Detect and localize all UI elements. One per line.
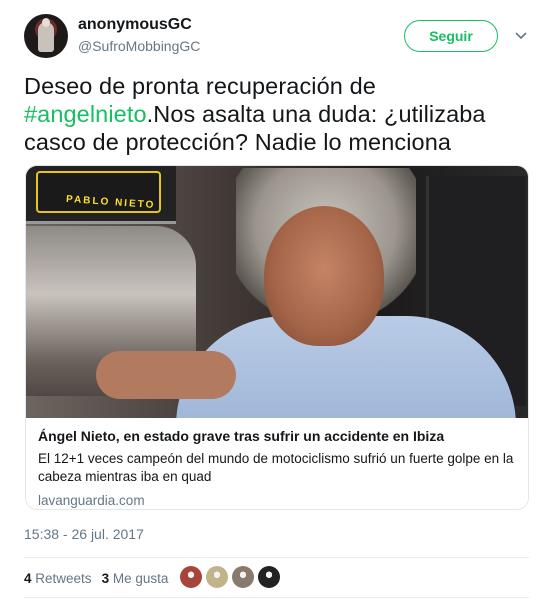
- follow-button[interactable]: Seguir: [404, 20, 498, 52]
- image-sign-bar: PABLO NIETO: [26, 166, 176, 224]
- image-face: [264, 206, 384, 346]
- tweet-timestamp[interactable]: 15:38 - 26 jul. 2017: [24, 526, 144, 542]
- avatar-1[interactable]: [180, 566, 202, 588]
- tweet-header: anonymousGC @SufroMobbingGC Seguir: [24, 14, 534, 60]
- likes-count: 3: [101, 570, 110, 586]
- divider: [24, 597, 529, 598]
- chevron-down-icon[interactable]: [514, 28, 528, 42]
- card-body[interactable]: Ángel Nieto, en estado grave tras sufrir…: [26, 418, 528, 509]
- image-sign-text: PABLO NIETO: [65, 193, 156, 212]
- likes-stat[interactable]: 3 Me gusta: [102, 571, 169, 586]
- tweet-text-before: Deseo de pronta recuperación de: [24, 73, 376, 99]
- avatar-4[interactable]: [258, 566, 280, 588]
- retweets-count: 4: [24, 570, 32, 586]
- image-arm: [96, 351, 236, 399]
- retweets-label: Retweets: [35, 570, 92, 586]
- likers-avatars: [180, 566, 280, 588]
- user-display-name[interactable]: anonymousGC: [78, 16, 192, 34]
- card-description: El 12+1 veces campeón del mundo de motoc…: [38, 451, 514, 484]
- hashtag-link[interactable]: #angelnieto: [24, 101, 147, 127]
- user-handle[interactable]: @SufroMobbingGC: [78, 38, 200, 54]
- divider: [24, 557, 529, 558]
- card-domain: lavanguardia.com: [38, 493, 145, 508]
- avatar-head: [42, 18, 50, 27]
- card-image[interactable]: PABLO NIETO: [26, 166, 528, 418]
- card-title: Ángel Nieto, en estado grave tras sufrir…: [38, 428, 445, 444]
- link-card[interactable]: PABLO NIETO Ángel Nieto, en estado grave…: [25, 165, 529, 510]
- avatar[interactable]: [24, 14, 68, 58]
- tweet-text: Deseo de pronta recuperación de #angelni…: [24, 72, 534, 156]
- avatar-3[interactable]: [232, 566, 254, 588]
- retweets-stat[interactable]: 4 Retweets: [24, 571, 92, 586]
- avatar-2[interactable]: [206, 566, 228, 588]
- image-sign-plate: PABLO NIETO: [36, 171, 161, 213]
- tweet-stats: 4 Retweets 3 Me gusta: [24, 568, 168, 588]
- likes-label: Me gusta: [112, 570, 169, 586]
